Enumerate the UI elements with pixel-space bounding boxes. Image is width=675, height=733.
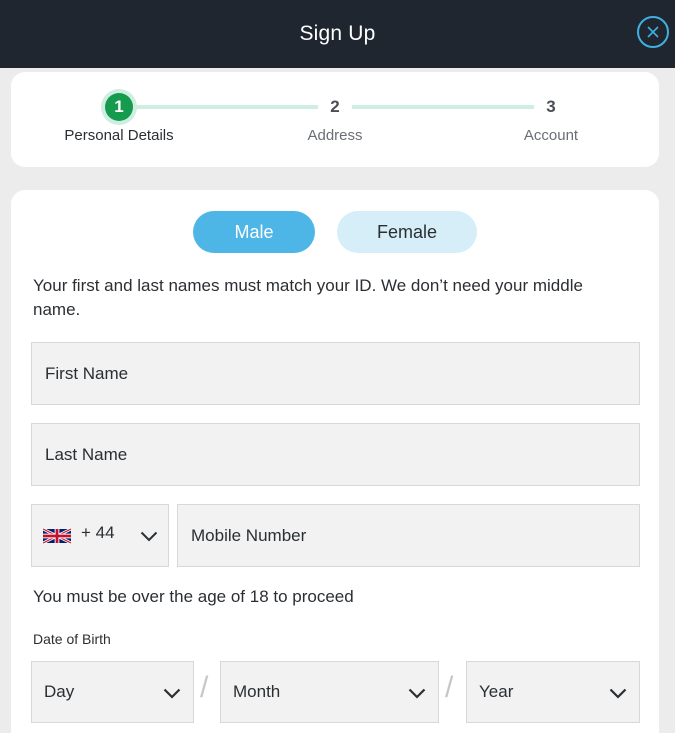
step-2-label: Address bbox=[307, 127, 363, 144]
chevron-down-icon bbox=[140, 531, 158, 542]
dob-year-select[interactable]: Year bbox=[466, 661, 640, 723]
last-name-field[interactable]: Last Name bbox=[31, 423, 640, 486]
header-bar: Sign Up bbox=[0, 0, 675, 68]
age-notice: You must be over the age of 18 to procee… bbox=[33, 587, 354, 606]
dob-day-value: Day bbox=[44, 682, 75, 701]
last-name-placeholder: Last Name bbox=[45, 444, 128, 464]
chevron-down-icon bbox=[408, 688, 426, 699]
dob-year-value: Year bbox=[479, 682, 514, 701]
mobile-number-placeholder: Mobile Number bbox=[191, 525, 307, 545]
step-connector bbox=[337, 105, 553, 109]
female-button[interactable]: Female bbox=[337, 211, 477, 253]
country-code-select[interactable]: + 44 bbox=[31, 504, 169, 567]
step-connector bbox=[121, 105, 339, 109]
dob-label: Date of Birth bbox=[33, 631, 111, 647]
dob-month-select[interactable]: Month bbox=[220, 661, 439, 723]
step-3-indicator: 3 bbox=[537, 93, 565, 121]
step-1-indicator: 1 bbox=[105, 93, 133, 121]
step-2-indicator: 2 bbox=[321, 93, 349, 121]
close-button[interactable] bbox=[637, 16, 669, 48]
name-help-text: Your first and last names must match you… bbox=[33, 276, 583, 319]
male-button[interactable]: Male bbox=[193, 211, 315, 253]
page-title: Sign Up bbox=[299, 22, 376, 45]
date-separator: / bbox=[445, 671, 454, 704]
country-code-value: + 44 bbox=[81, 522, 115, 542]
mobile-number-field[interactable]: Mobile Number bbox=[177, 504, 640, 567]
dob-day-select[interactable]: Day bbox=[31, 661, 194, 723]
uk-flag-icon bbox=[43, 527, 71, 544]
date-separator: / bbox=[200, 671, 209, 704]
chevron-down-icon bbox=[609, 688, 627, 699]
personal-details-form: Male Female Your first and last names mu… bbox=[11, 190, 659, 733]
chevron-down-icon bbox=[163, 688, 181, 699]
dob-month-value: Month bbox=[233, 682, 281, 701]
step-1-label: Personal Details bbox=[64, 127, 174, 144]
close-icon bbox=[647, 26, 659, 38]
first-name-field[interactable]: First Name bbox=[31, 342, 640, 405]
first-name-placeholder: First Name bbox=[45, 363, 129, 383]
progress-stepper: 1 Personal Details 2 Address 3 Account bbox=[11, 72, 659, 167]
step-3-label: Account bbox=[523, 127, 579, 144]
